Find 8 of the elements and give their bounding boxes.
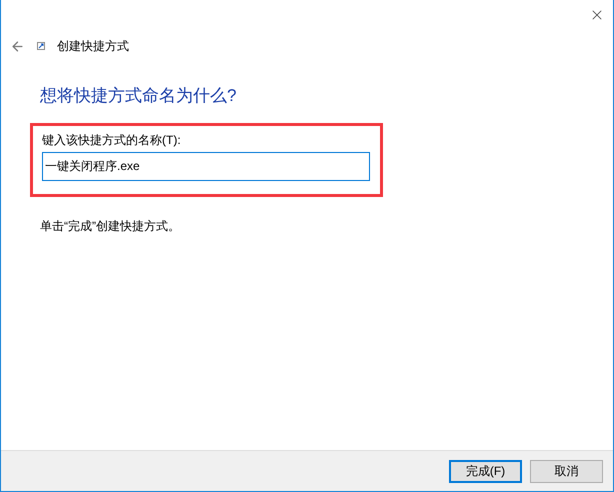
name-input[interactable]: 一键关闭程序.exe bbox=[42, 152, 370, 181]
shortcut-icon bbox=[37, 42, 45, 50]
field-label: 键入该快捷方式的名称(T): bbox=[42, 132, 182, 148]
heading: 想将快捷方式命名为什么? bbox=[40, 85, 238, 107]
instruction-text: 单击“完成”创建快捷方式。 bbox=[40, 218, 181, 235]
dialog-button[interactable]: 完成(F) bbox=[449, 460, 522, 482]
window-title: 创建快捷方式 bbox=[57, 38, 129, 55]
dialog-button[interactable]: 取消 bbox=[530, 460, 603, 482]
